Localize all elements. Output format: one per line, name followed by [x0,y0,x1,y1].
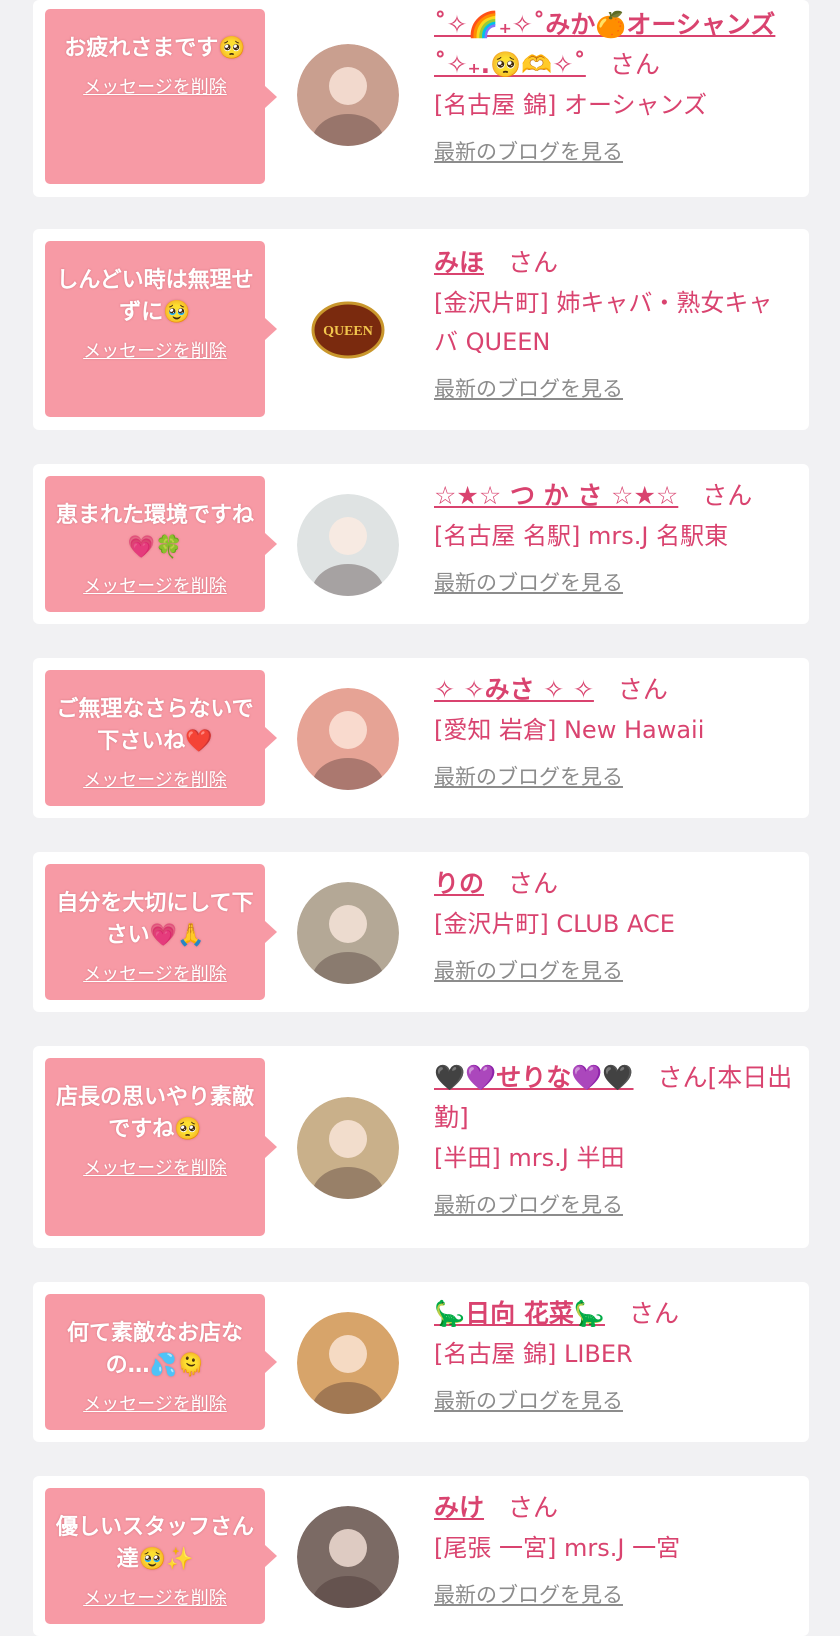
shop-label: [愛知 岩倉] New Hawaii [434,716,705,744]
name-line: みほ さん [434,243,796,283]
message-card: ご無理なさらないで下さいね❤️ メッセージを削除 ✧ ✧みさ ✧ ✧ さん [愛知 岩倉… [33,658,809,818]
cast-info: 🖤💜せりな💜🖤 さん[本日出勤] [半田] mrs.J 半田最新のブログを見る [434,1058,796,1219]
avatar-photo-icon [297,1506,399,1608]
latest-blog-link[interactable]: 最新のブログを見る [434,1189,796,1219]
avatar[interactable] [297,44,399,146]
avatar-photo-icon [297,688,399,790]
message-text: ご無理なさらないで下さいね❤️ [56,697,254,754]
queen-logo-text: QUEEN [323,324,373,339]
name-line: りの さん [434,864,796,904]
latest-blog-link[interactable]: 最新のブログを見る [434,567,796,597]
avatar-photo-icon [297,1097,399,1199]
name-line: 🖤💜せりな💜🖤 さん[本日出勤] [434,1058,796,1138]
avatar-photo-icon [297,44,399,146]
shop-label: [名古屋 錦] LIBER [434,1340,633,1368]
honorific-suffix: さん [702,481,753,510]
message-text: お疲れさまです🥺 [64,36,246,61]
cast-info: ˚✧🌈₊✧˚みか🍊オーシャンズ˚✧₊.🥺🫶✧˚ さん [名古屋 錦] オーシャンズ最… [434,5,796,166]
avatar[interactable] [297,494,399,596]
shop-label: [金沢片町] 姉キャバ・熟女キャバ QUEEN [434,289,773,356]
message-card: 自分を大切にして下さい💗🙏 メッセージを削除 りの さん [金沢片町] CLUB ACE… [33,852,809,1012]
cast-info: ☆★☆ つ か さ ☆★☆ さん [名古屋 名駅] mrs.J 名駅東最新のブログを… [434,476,796,597]
delete-message-link[interactable]: メッセージを削除 [45,766,265,792]
delete-message-link[interactable]: メッセージを削除 [45,337,265,363]
message-bubble: ご無理なさらないで下さいね❤️ メッセージを削除 [45,670,277,806]
name-line: みけ さん [434,1488,796,1528]
cast-name-link[interactable]: ˚✧🌈₊✧˚みか🍊オーシャンズ˚✧₊.🥺🫶✧˚ [434,10,775,79]
avatar[interactable]: QUEEN [297,279,399,381]
cast-info: みほ さん [金沢片町] 姉キャバ・熟女キャバ QUEEN 最新のブログを見る [434,243,796,403]
shop-label: [尾張 一宮] mrs.J 一宮 [434,1534,681,1562]
cast-name-link[interactable]: みけ [434,1493,484,1522]
cast-name-link[interactable]: ☆★☆ つ か さ ☆★☆ [434,481,678,510]
delete-message-link[interactable]: メッセージを削除 [45,960,265,986]
shop-label: [名古屋 錦] オーシャンズ [434,91,708,119]
cast-info: りの さん [金沢片町] CLUB ACE 最新のブログを見る [434,864,796,985]
honorific-suffix: さん [617,675,668,704]
delete-message-link[interactable]: メッセージを削除 [45,1154,265,1180]
avatar[interactable] [297,688,399,790]
name-line: ˚✧🌈₊✧˚みか🍊オーシャンズ˚✧₊.🥺🫶✧˚ さん [434,5,796,85]
honorific-suffix: さん [508,1493,559,1522]
message-bubble: 店長の思いやり素敵ですね🥺 メッセージを削除 [45,1058,277,1236]
cast-name-link[interactable]: ✧ ✧みさ ✧ ✧ [434,675,594,704]
message-text: 恵まれた環境ですね💗🍀 [55,503,254,560]
name-line: 🦕日向 花菜🦕 さん [434,1294,796,1334]
latest-blog-link[interactable]: 最新のブログを見る [434,761,796,791]
delete-message-link[interactable]: メッセージを削除 [45,572,265,598]
shop-label: [名古屋 名駅] mrs.J 名駅東 [434,522,729,550]
cast-info: 🦕日向 花菜🦕 さん [名古屋 錦] LIBER 最新のブログを見る [434,1294,796,1415]
latest-blog-link[interactable]: 最新のブログを見る [434,1385,796,1415]
message-card: 恵まれた環境ですね💗🍀 メッセージを削除 ☆★☆ つ か さ ☆★☆ さん [名古屋 名… [33,464,809,624]
shop-label: [半田] mrs.J 半田 [434,1144,625,1172]
delete-message-link[interactable]: メッセージを削除 [45,1390,265,1416]
avatar-photo-icon [297,494,399,596]
honorific-suffix: さん [628,1299,679,1328]
cast-name-link[interactable]: みほ [434,248,484,277]
avatar[interactable] [297,882,399,984]
latest-blog-link[interactable]: 最新のブログを見る [434,1579,796,1609]
honorific-suffix: さん [609,50,660,79]
latest-blog-link[interactable]: 最新のブログを見る [434,373,796,403]
message-card: 優しいスタッフさん達🥹✨ メッセージを削除 みけ さん [尾張 一宮] mrs.J 一宮… [33,1476,809,1636]
message-bubble: 優しいスタッフさん達🥹✨ メッセージを削除 [45,1488,277,1624]
cast-info: みけ さん [尾張 一宮] mrs.J 一宮最新のブログを見る [434,1488,796,1609]
message-bubble: 恵まれた環境ですね💗🍀 メッセージを削除 [45,476,277,612]
avatar-photo-icon [297,882,399,984]
avatar[interactable] [297,1312,399,1414]
honorific-suffix: さん [508,248,559,277]
message-card: 何て素敵なお店なの…💦🫠 メッセージを削除 🦕日向 花菜🦕 さん [名古屋 錦] LIB… [33,1282,809,1442]
message-text: 自分を大切にして下さい💗🙏 [56,891,254,948]
message-bubble: 自分を大切にして下さい💗🙏 メッセージを削除 [45,864,277,1000]
message-text: 何て素敵なお店なの…💦🫠 [66,1321,243,1378]
shop-label: [金沢片町] CLUB ACE [434,910,675,938]
avatar[interactable] [297,1506,399,1608]
message-bubble: 何て素敵なお店なの…💦🫠 メッセージを削除 [45,1294,277,1430]
name-line: ✧ ✧みさ ✧ ✧ さん [434,670,796,710]
cast-name-link[interactable]: 🦕日向 花菜🦕 [434,1299,605,1328]
message-text: 優しいスタッフさん達🥹✨ [55,1515,254,1572]
message-card: しんどい時は無理せずに🥹 メッセージを削除 QUEEN みほ さん [金沢片町] 姉キャバ… [33,229,809,430]
message-bubble: しんどい時は無理せずに🥹 メッセージを削除 [45,241,277,417]
cast-name-link[interactable]: りの [434,869,484,898]
delete-message-link[interactable]: メッセージを削除 [45,73,265,99]
message-card: お疲れさまです🥺 メッセージを削除 ˚✧🌈₊✧˚みか🍊オーシャンズ˚✧₊.🥺🫶✧˚ さ… [33,0,809,197]
name-line: ☆★☆ つ か さ ☆★☆ さん [434,476,796,516]
message-bubble: お疲れさまです🥺 メッセージを削除 [45,9,277,184]
cast-name-link[interactable]: 🖤💜せりな💜🖤 [434,1063,634,1092]
latest-blog-link[interactable]: 最新のブログを見る [434,136,796,166]
avatar[interactable] [297,1097,399,1199]
latest-blog-link[interactable]: 最新のブログを見る [434,955,796,985]
message-card: 店長の思いやり素敵ですね🥺 メッセージを削除 🖤💜せりな💜🖤 さん[本日出勤] [半田]… [33,1046,809,1248]
message-text: しんどい時は無理せずに🥹 [56,268,254,325]
delete-message-link[interactable]: メッセージを削除 [45,1584,265,1610]
queen-logo-icon: QUEEN [297,279,399,381]
avatar-photo-icon [297,1312,399,1414]
honorific-suffix: さん [508,869,559,898]
cast-info: ✧ ✧みさ ✧ ✧ さん [愛知 岩倉] New Hawaii 最新のブログを見る [434,670,796,791]
message-text: 店長の思いやり素敵ですね🥺 [55,1085,254,1142]
